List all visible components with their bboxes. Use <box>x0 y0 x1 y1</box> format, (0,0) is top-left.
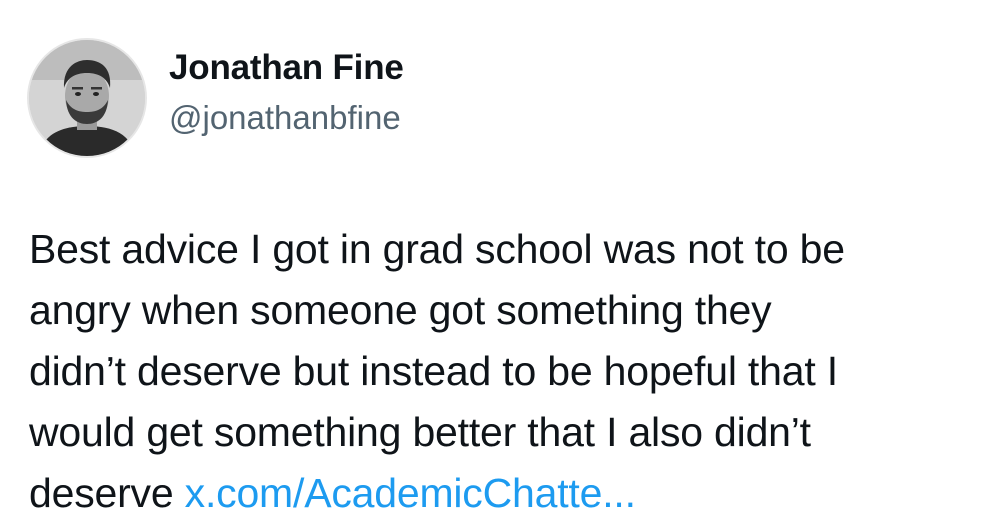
tweet-link[interactable]: x.com/AcademicChatte... <box>185 470 636 516</box>
tweet-text: Best advice I got in grad school was not… <box>29 219 979 524</box>
tweet-line: Best advice I got in grad school was not… <box>29 226 845 272</box>
display-name[interactable]: Jonathan Fine <box>169 46 404 90</box>
tweet-last-line: deserve x.com/AcademicChatte... <box>29 463 979 524</box>
user-handle[interactable]: @jonathanbfine <box>169 96 404 140</box>
tweet-card: Jonathan Fine @jonathanbfine Best advice… <box>0 0 1000 532</box>
avatar[interactable] <box>27 38 147 158</box>
tweet-line: angry when someone got something they <box>29 287 772 333</box>
tweet-header: Jonathan Fine @jonathanbfine <box>27 38 404 158</box>
tweet-line: would get something better that I also d… <box>29 409 811 455</box>
profile-photo-avatar-icon <box>29 40 145 156</box>
tweet-line: deserve <box>29 470 185 516</box>
tweet-line: didn’t deserve but instead to be hopeful… <box>29 348 838 394</box>
author-names: Jonathan Fine @jonathanbfine <box>169 46 404 140</box>
